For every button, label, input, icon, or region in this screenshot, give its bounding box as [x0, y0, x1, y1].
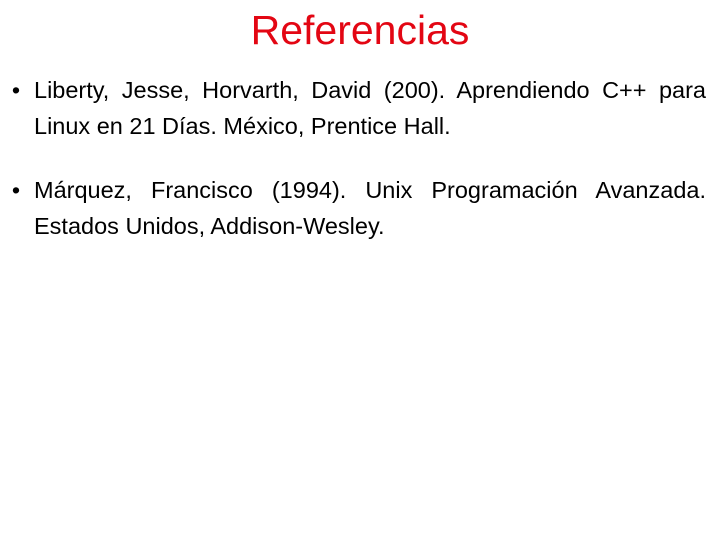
slide-title: Referencias: [0, 4, 720, 56]
reference-item: • Márquez, Francisco (1994). Unix Progra…: [0, 172, 720, 244]
slide: Referencias • Liberty, Jesse, Horvarth, …: [0, 0, 720, 540]
slide-title-text: Referencias: [250, 7, 470, 53]
reference-text: Liberty, Jesse, Horvarth, David (200). A…: [34, 77, 706, 139]
reference-list: • Liberty, Jesse, Horvarth, David (200).…: [0, 72, 720, 244]
bullet-icon: •: [11, 77, 21, 103]
bullet-icon: •: [11, 177, 21, 203]
reference-item: • Liberty, Jesse, Horvarth, David (200).…: [0, 72, 720, 144]
reference-text: Márquez, Francisco (1994). Unix Programa…: [34, 177, 706, 239]
